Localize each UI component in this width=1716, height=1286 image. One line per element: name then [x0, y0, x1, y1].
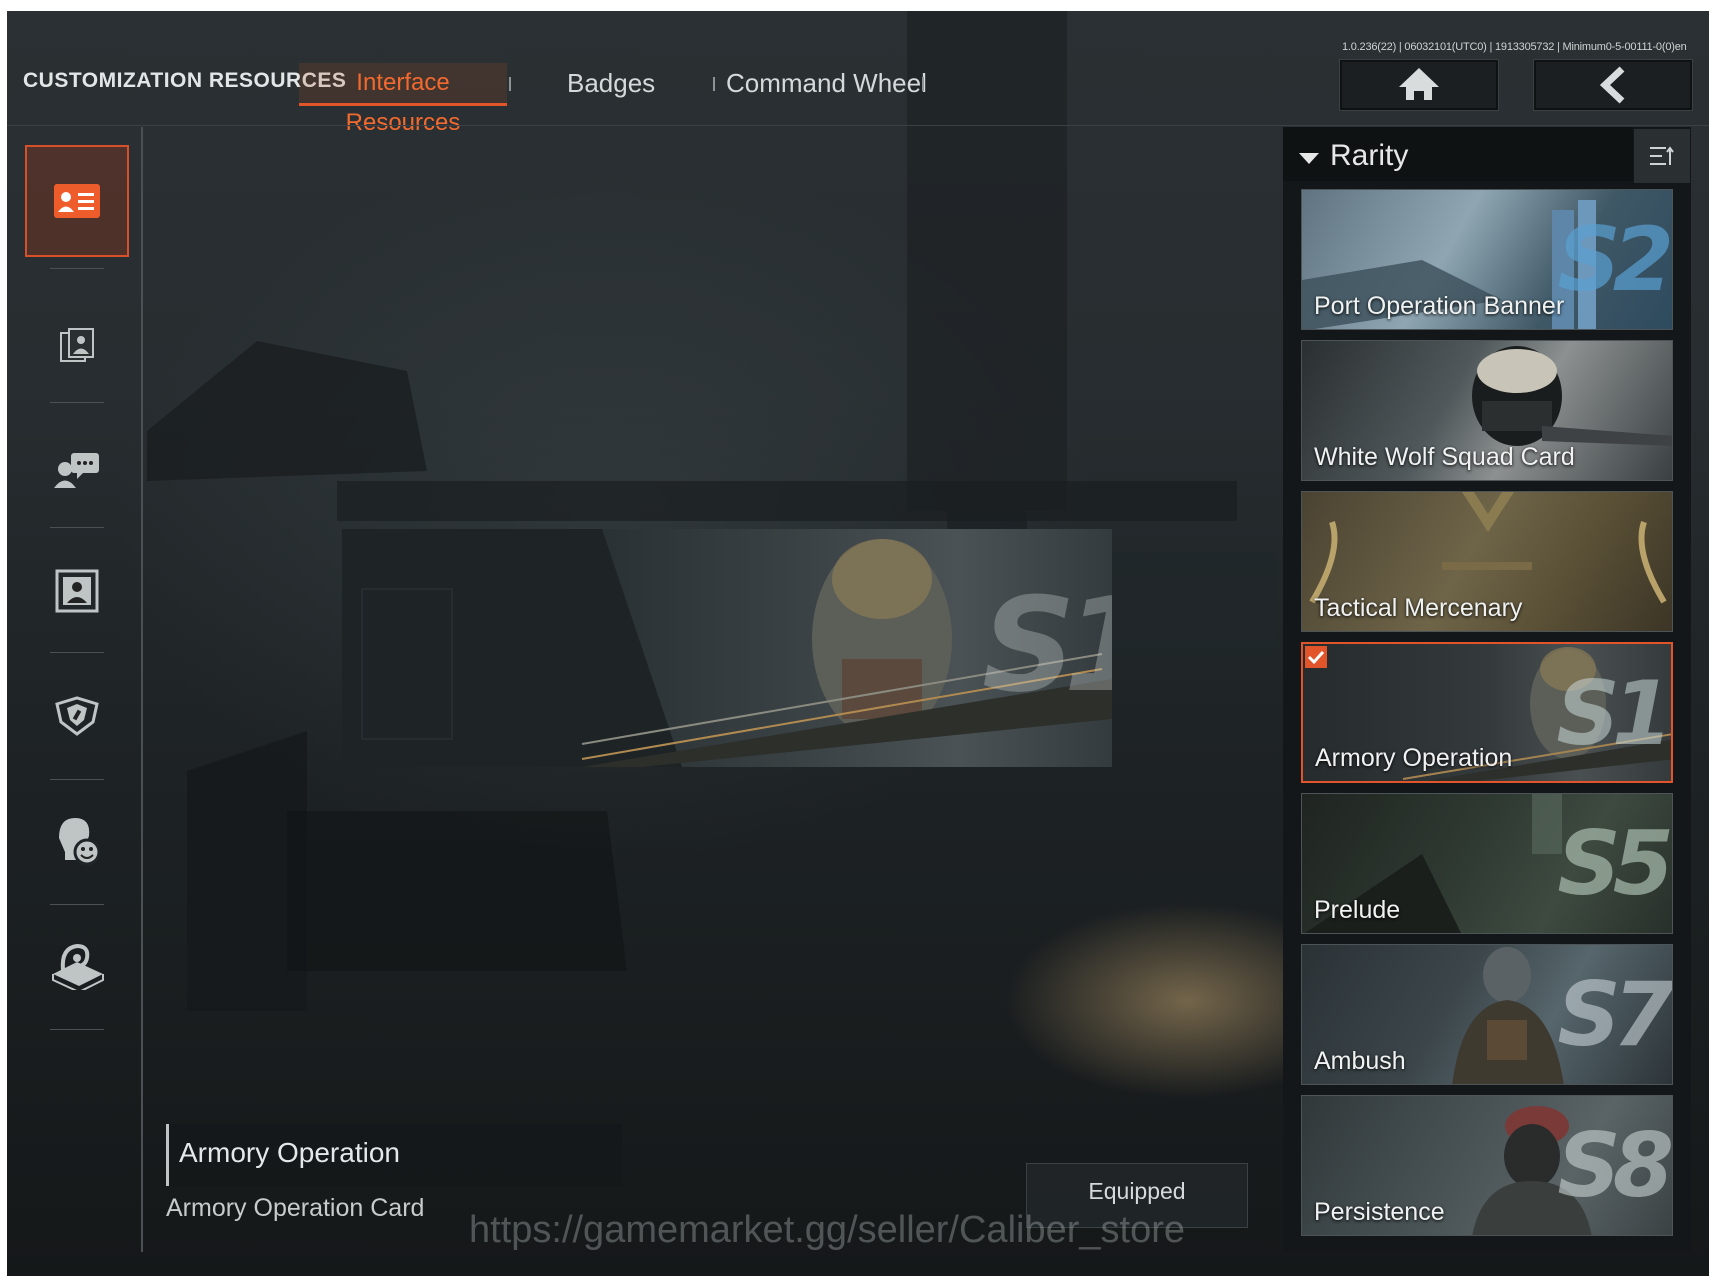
sidebar-item-chat[interactable] — [25, 414, 129, 526]
list-item[interactable]: S1 Armory Operation — [1301, 642, 1673, 783]
sidebar-item-spray[interactable] — [25, 909, 129, 1021]
checkmark-icon — [1307, 650, 1325, 665]
tab-badges[interactable]: Badges — [567, 63, 655, 103]
card-season: S5 — [1557, 812, 1672, 915]
card-name: Persistence — [1314, 1198, 1445, 1226]
version-info: 1.0.236(22) | 06032101(UTC0) | 191330573… — [1342, 41, 1687, 53]
tab-command-wheel[interactable]: Command Wheel — [726, 63, 927, 103]
page-title: CUSTOMIZATION RESOURCES — [23, 69, 347, 92]
chat-person-icon — [54, 453, 99, 488]
sidebar-item-card[interactable] — [25, 145, 129, 257]
tab-divider — [713, 77, 715, 91]
sidebar-divider — [50, 779, 104, 780]
header-divider — [7, 125, 1709, 126]
sidebar-divider — [50, 268, 104, 269]
card-name: Prelude — [1314, 896, 1401, 924]
item-type: Armory Operation Card — [166, 1194, 425, 1222]
rarity-filter-label: Rarity — [1330, 139, 1409, 172]
watermark-text: https://gamemarket.gg/seller/Caliber_sto… — [469, 1209, 1185, 1251]
sidebar-divider — [50, 1029, 104, 1030]
card-name: Ambush — [1314, 1047, 1406, 1075]
list-item[interactable]: White Wolf Squad Card — [1301, 340, 1673, 481]
id-card-icon — [54, 184, 100, 218]
sidebar-item-emblem[interactable] — [25, 659, 129, 771]
emote-face-icon — [59, 818, 101, 866]
back-arrow-icon — [1599, 66, 1625, 104]
tab-interface-resources[interactable]: Interface Resources — [299, 63, 507, 136]
tab-divider — [922, 77, 924, 91]
season-mark: S1 — [982, 569, 1112, 721]
list-item[interactable]: Tactical Mercenary — [1301, 491, 1673, 632]
card-season: S7 — [1557, 963, 1672, 1066]
sidebar-item-portrait[interactable] — [25, 289, 129, 401]
list-item[interactable]: S8 Persistence — [1301, 1095, 1673, 1236]
card-season: S2 — [1557, 208, 1672, 311]
card-season: S1 — [1556, 662, 1671, 765]
card-name: White Wolf Squad Card — [1314, 443, 1575, 471]
list-item[interactable]: S2 Port Operation Banner — [1301, 189, 1673, 330]
list-item[interactable]: S7 Ambush — [1301, 944, 1673, 1085]
sidebar-divider — [50, 904, 104, 905]
emblem-shield-icon — [55, 696, 99, 736]
card-name: Port Operation Banner — [1314, 292, 1565, 320]
home-icon — [1399, 68, 1439, 100]
item-name: Armory Operation — [179, 1137, 400, 1168]
card-name: Armory Operation — [1315, 744, 1513, 772]
game-screen: CUSTOMIZATION RESOURCES Interface Resour… — [7, 11, 1709, 1276]
portrait-frame-icon — [60, 328, 94, 362]
sidebar-divider — [50, 527, 104, 528]
sidebar-divider — [50, 402, 104, 403]
sidebar-divider — [50, 652, 104, 653]
sidebar-item-avatar-frame[interactable] — [25, 535, 129, 647]
chevron-down-icon — [1299, 153, 1319, 164]
sort-button[interactable] — [1634, 129, 1690, 183]
card-name: Tactical Mercenary — [1314, 594, 1523, 622]
preview-banner: S1 — [342, 529, 1112, 767]
spray-tag-icon — [52, 943, 104, 990]
selected-checkbox — [1305, 646, 1327, 668]
sidebar-item-emote[interactable] — [25, 784, 129, 896]
home-button[interactable] — [1339, 59, 1499, 111]
avatar-frame-icon — [55, 569, 99, 613]
back-button[interactable] — [1533, 59, 1693, 111]
sidebar-border — [141, 127, 143, 1252]
card-season: S8 — [1557, 1114, 1672, 1217]
tab-divider — [509, 77, 511, 91]
list-item[interactable]: S5 Prelude — [1301, 793, 1673, 934]
sort-icon — [1650, 146, 1674, 165]
